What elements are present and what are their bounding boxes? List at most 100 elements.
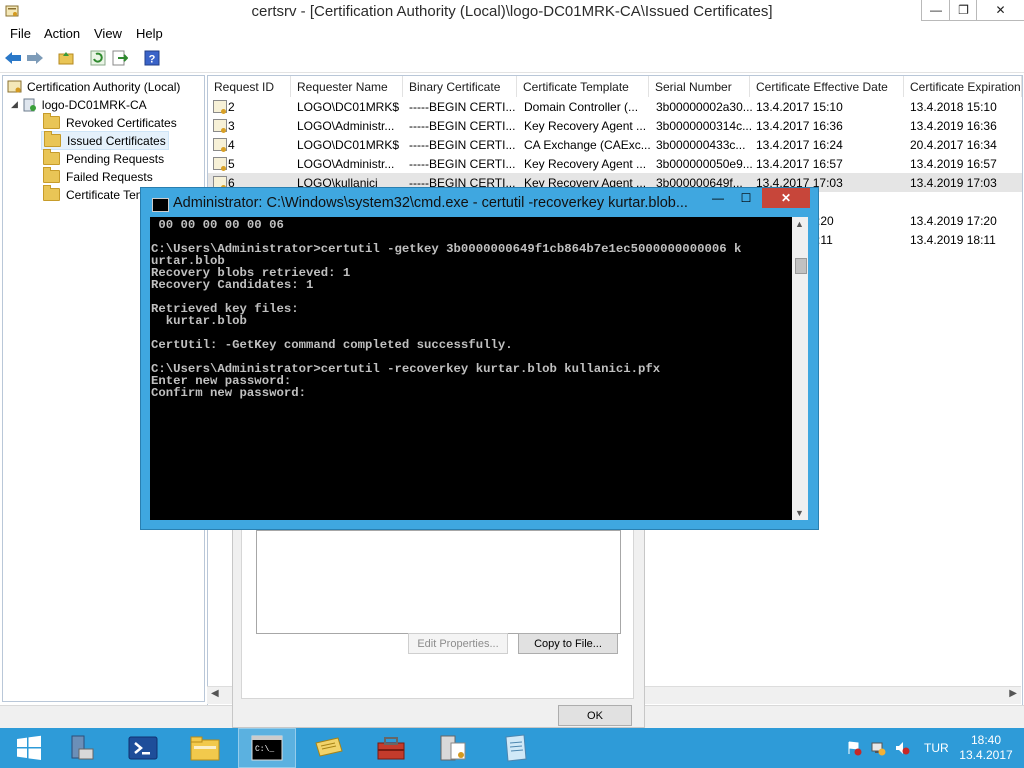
file-explorer-icon (190, 736, 220, 761)
certificate-icon (213, 138, 227, 152)
column-serial-number[interactable]: Serial Number (649, 76, 750, 97)
cell-expiration: 13.4.2018 15:10 (910, 100, 997, 114)
cell-binary-certificate: -----BEGIN CERTI... (409, 119, 516, 133)
cmd-maximize-button[interactable]: ☐ (733, 188, 759, 208)
close-button[interactable]: ✕ (976, 0, 1024, 21)
cell-request-id: 2 (228, 100, 235, 114)
scroll-right-icon[interactable]: ▶ (1009, 688, 1017, 699)
tree-item-revoked[interactable]: Revoked Certificates (43, 113, 177, 131)
powershell-icon (128, 736, 158, 760)
edit-properties-button[interactable]: Edit Properties... (408, 633, 508, 654)
tree-item-failed[interactable]: Failed Requests (43, 167, 153, 185)
column-request-id[interactable]: Request ID (208, 76, 291, 97)
tree-item-label: Issued Certificates (67, 133, 166, 148)
input-language-indicator[interactable]: TUR (924, 728, 949, 768)
certificate-icon (213, 119, 227, 133)
column-effective-date[interactable]: Certificate Effective Date (750, 76, 904, 97)
certificate-icon (213, 157, 227, 171)
cell-expiration: 13.4.2019 16:57 (910, 157, 997, 171)
cell-serial-number: 3b0000000314c... (656, 119, 753, 133)
table-row[interactable]: 3 LOGO\Administr... -----BEGIN CERTI... Key… (208, 116, 1022, 135)
cmd-close-button[interactable]: ✕ (762, 188, 810, 208)
certsrv-icon (440, 735, 466, 761)
up-folder-icon[interactable] (57, 49, 75, 67)
menu-view[interactable]: View (94, 26, 122, 41)
menu-action[interactable]: Action (44, 26, 80, 41)
action-center-flag-icon[interactable] (846, 740, 862, 756)
clock-date: 13.4.2017 (959, 748, 1013, 762)
export-list-icon[interactable] (111, 49, 129, 67)
certificate-scroll-icon (315, 737, 343, 757)
cell-effective-date: :11 (817, 233, 833, 247)
tree-item-pending[interactable]: Pending Requests (43, 149, 165, 167)
network-icon[interactable] (870, 740, 886, 756)
forward-arrow-icon[interactable] (26, 49, 44, 67)
taskbar-clock[interactable]: 18:40 13.4.2017 (958, 728, 1014, 768)
certsrv-taskbar-button[interactable] (424, 728, 482, 768)
column-binary-certificate[interactable]: Binary Certificate (403, 76, 517, 97)
tree-ca-label: logo-DC01MRK-CA (41, 97, 147, 112)
powershell-taskbar-button[interactable] (114, 728, 172, 768)
cmd-minimize-button[interactable]: — (705, 188, 731, 208)
cell-serial-number: 3b000000433c... (656, 138, 746, 152)
copy-to-file-button[interactable]: Copy to File... (518, 633, 618, 654)
command-prompt-icon: C:\_ (251, 735, 283, 761)
ok-button[interactable]: OK (558, 705, 632, 726)
column-requester-name[interactable]: Requester Name (291, 76, 403, 97)
minimize-button[interactable]: — (921, 0, 951, 21)
menu-file[interactable]: File (10, 26, 31, 41)
start-button[interactable] (0, 728, 58, 768)
taskbar: C:\_ TUR 18:40 13.4.2017 (0, 728, 1024, 768)
tree-item-issued[interactable]: Issued Certificates (41, 131, 169, 150)
scroll-thumb[interactable] (795, 258, 807, 274)
restore-button[interactable]: ❐ (949, 0, 978, 21)
certificate-authority-icon (7, 80, 22, 92)
notepad-taskbar-button[interactable] (486, 728, 544, 768)
cell-expiration: 13.4.2019 16:36 (910, 119, 997, 133)
windows-logo-icon (17, 735, 41, 760)
cmd-window-title: Administrator: C:\Windows\system32\cmd.e… (173, 195, 688, 211)
scroll-down-icon[interactable]: ▼ (795, 508, 804, 518)
console-output[interactable]: 00 00 00 00 00 06 C:\Users\Administrator… (150, 217, 792, 520)
dialog-detail-box (256, 530, 621, 634)
tree-root-ca[interactable]: Certification Authority (Local) (7, 78, 180, 95)
certificates-taskbar-button[interactable] (300, 728, 358, 768)
cell-expiration: 13.4.2019 18:11 (910, 233, 996, 247)
cell-binary-certificate: -----BEGIN CERTI... (409, 138, 516, 152)
clock-time: 18:40 (970, 733, 1002, 747)
tree-item-label: Pending Requests (66, 151, 165, 166)
refresh-icon[interactable] (89, 49, 107, 67)
cell-request-id: 3 (228, 119, 235, 133)
menu-bar: File Action View Help (0, 23, 1024, 44)
menu-help[interactable]: Help (136, 26, 163, 41)
server-manager-taskbar-button[interactable] (52, 728, 110, 768)
cell-expiration: 20.4.2017 16:34 (910, 138, 997, 152)
column-certificate-template[interactable]: Certificate Template (517, 76, 649, 97)
volume-muted-icon[interactable] (894, 740, 910, 756)
help-icon[interactable]: ? (143, 49, 161, 67)
folder-icon (43, 167, 60, 183)
tree-node-ca[interactable]: ◢ logo-DC01MRK-CA (11, 96, 147, 113)
file-explorer-taskbar-button[interactable] (176, 728, 234, 768)
notepad-icon (505, 734, 527, 762)
cmd-taskbar-button[interactable]: C:\_ (238, 728, 296, 768)
cell-template: CA Exchange (CAExc... (524, 138, 651, 152)
toolbox-taskbar-button[interactable] (362, 728, 420, 768)
table-row[interactable]: 4 LOGO\DC01MRK$ -----BEGIN CERTI... CA Exch… (208, 135, 1022, 154)
back-arrow-icon[interactable] (4, 49, 22, 67)
cell-binary-certificate: -----BEGIN CERTI... (409, 100, 516, 114)
svg-text:C:\_: C:\_ (255, 745, 274, 754)
table-row[interactable]: 5 LOGO\Administr... -----BEGIN CERTI... Key… (208, 154, 1022, 173)
tree-item-label: Certificate Ten (66, 187, 143, 202)
cmd-window[interactable]: Administrator: C:\Windows\system32\cmd.e… (140, 187, 819, 530)
cmd-vertical-scrollbar[interactable]: ▲ ▼ (792, 217, 808, 520)
tree-item-templates[interactable]: Certificate Ten (43, 185, 143, 203)
scroll-left-icon[interactable]: ◀ (211, 688, 219, 699)
column-expiration[interactable]: Certificate Expiration (904, 76, 1022, 97)
tree-item-label: Revoked Certificates (66, 115, 177, 130)
table-row[interactable]: 2 LOGO\DC01MRK$ -----BEGIN CERTI... Domain … (208, 97, 1022, 116)
scroll-up-icon[interactable]: ▲ (795, 219, 804, 229)
cell-template: Key Recovery Agent ... (524, 157, 647, 171)
expand-chevron-icon[interactable]: ◢ (11, 99, 18, 110)
cell-expiration: 13.4.2019 17:03 (910, 176, 997, 190)
